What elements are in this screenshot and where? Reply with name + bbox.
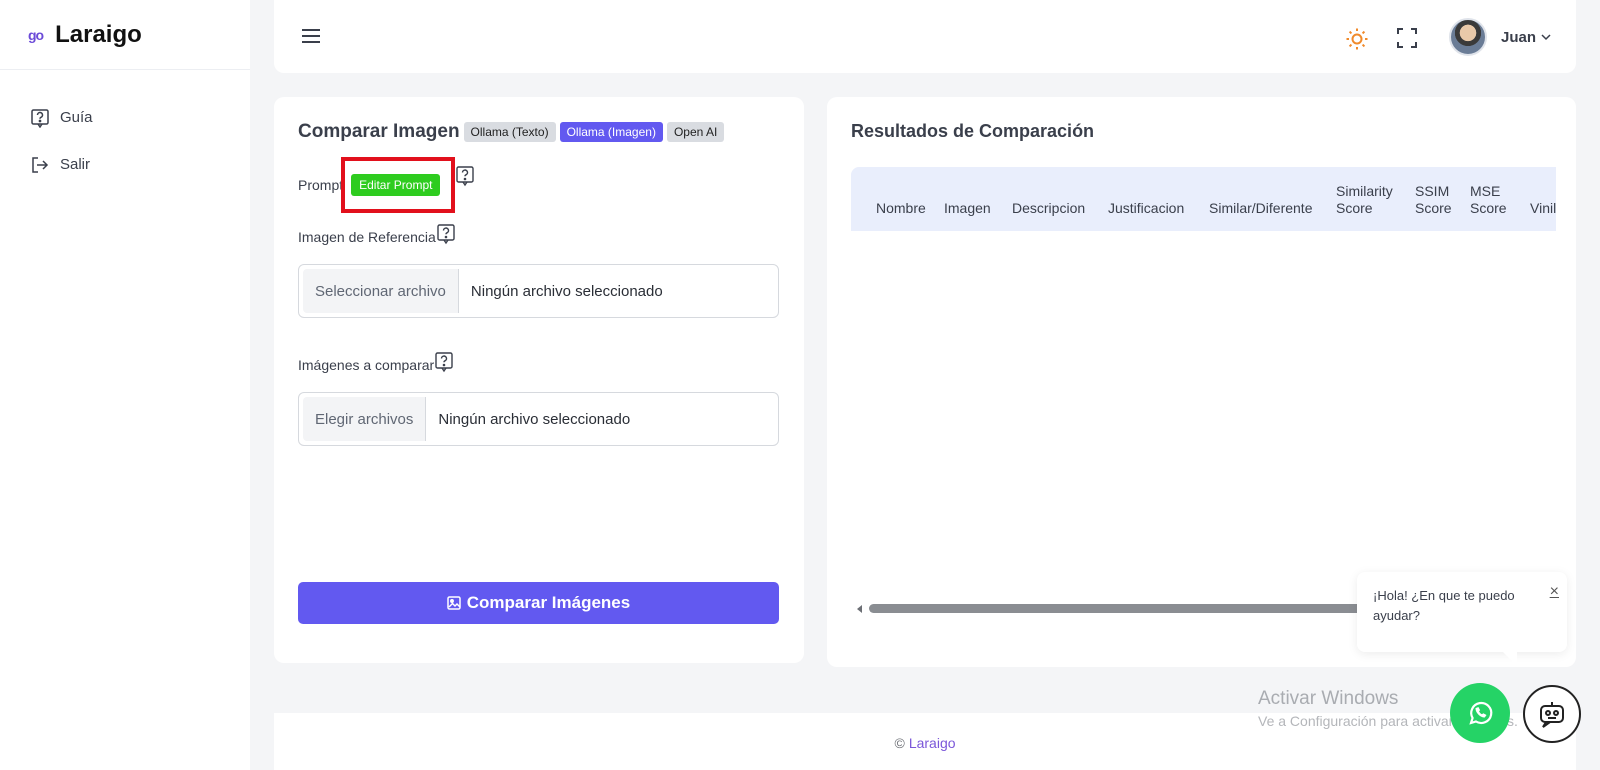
copyright-symbol: © [894, 735, 905, 751]
compare-image-card: Comparar Imagen Ollama (Texto) Ollama (I… [274, 97, 804, 663]
whatsapp-button[interactable] [1450, 683, 1510, 743]
results-title: Resultados de Comparación [851, 121, 1095, 141]
help-icon[interactable] [434, 351, 454, 373]
image-icon [447, 596, 461, 610]
sidebar-item-salir[interactable]: Salir [0, 141, 250, 188]
prompt-label: Prompt [298, 177, 344, 193]
compare-images-label: Comparar Imágenes [466, 593, 631, 612]
prompt-row: Prompt Editar Prompt [298, 157, 475, 213]
results-table-header: Nombre Imagen Descripcion Justificacion … [851, 167, 1556, 231]
chat-bubble: ¡Hola! ¿En que te puedo ayudar? × [1357, 572, 1567, 666]
compare-label-row: Imágenes a comparar [298, 351, 454, 373]
tab-open-ai[interactable]: Open AI [666, 122, 725, 142]
column-header-similar-diferente: Similar/Diferente [1209, 200, 1313, 216]
fullscreen-icon[interactable] [1396, 27, 1418, 49]
compare-title-row: Comparar Imagen Ollama (Texto) Ollama (I… [298, 121, 725, 143]
help-square-icon [31, 108, 49, 128]
reference-file-status: Ningún archivo seleccionado [470, 282, 663, 300]
sidebar: go Laraigo Guía Salir [0, 0, 250, 770]
sidebar-item-guia[interactable]: Guía [0, 94, 250, 141]
column-header-descripcion: Descripcion [1012, 200, 1086, 216]
chevron-down-icon [1541, 34, 1551, 41]
help-icon[interactable] [455, 165, 475, 187]
chatbot-icon [1540, 702, 1564, 728]
compare-label: Imágenes a comparar [298, 357, 435, 373]
sidebar-nav: Guía Salir [0, 70, 250, 188]
compare-files-button[interactable]: Elegir archivos [303, 397, 427, 441]
tab-ollama-imagen[interactable]: Ollama (Imagen) [559, 122, 663, 142]
column-header-mse-score: MSE Score [1470, 183, 1507, 216]
column-header-ssim-score: SSIM Score [1415, 183, 1452, 216]
sidebar-item-label: Guía [60, 109, 93, 126]
logout-icon [32, 156, 49, 173]
windows-watermark-title: Activar Windows [1258, 688, 1399, 709]
compare-images-button[interactable]: Comparar Imágenes [298, 582, 779, 624]
footer-link[interactable]: Laraigo [909, 735, 956, 770]
chat-message: ¡Hola! ¿En que te puedo ayudar? [1373, 588, 1515, 623]
compare-files-input[interactable]: Elegir archivos Ningún archivo seleccion… [298, 392, 779, 446]
column-header-nombre: Nombre [876, 200, 926, 216]
reference-file-button[interactable]: Seleccionar archivo [303, 269, 459, 313]
sidebar-item-label: Salir [60, 156, 91, 173]
topbar: Juan [274, 0, 1576, 73]
chat-close-button[interactable]: × [1550, 582, 1559, 602]
reference-label: Imagen de Referencia [298, 229, 436, 245]
tab-ollama-texto[interactable]: Ollama (Texto) [463, 122, 556, 142]
reference-file-input[interactable]: Seleccionar archivo Ningún archivo selec… [298, 264, 779, 318]
highlight-box: Editar Prompt [341, 157, 456, 213]
card-title: Comparar Imagen [298, 121, 460, 142]
brand[interactable]: go Laraigo [0, 0, 250, 70]
user-menu[interactable]: Juan [1449, 18, 1552, 56]
hamburger-menu-icon[interactable] [300, 26, 322, 46]
compare-files-status: Ningún archivo seleccionado [438, 410, 631, 428]
horizontal-scrollbar[interactable] [869, 604, 1369, 613]
brand-logo-icon: go [28, 26, 44, 43]
sun-icon[interactable] [1345, 27, 1369, 51]
scroll-left-arrow[interactable] [857, 605, 862, 613]
chatbot-button[interactable] [1523, 685, 1581, 743]
column-header-similarity-score: Similarity Score [1336, 183, 1393, 216]
reference-label-row: Imagen de Referencia [298, 223, 456, 245]
edit-prompt-button[interactable]: Editar Prompt [351, 174, 441, 196]
column-header-imagen: Imagen [944, 200, 991, 216]
help-icon[interactable] [436, 223, 456, 245]
column-header-justificacion: Justificacion [1108, 200, 1185, 216]
avatar [1449, 18, 1487, 56]
whatsapp-icon [1469, 701, 1493, 725]
user-name: Juan [1501, 28, 1537, 46]
column-header-vinil: Vinil [1530, 200, 1557, 216]
brand-name: Laraigo [55, 20, 142, 48]
